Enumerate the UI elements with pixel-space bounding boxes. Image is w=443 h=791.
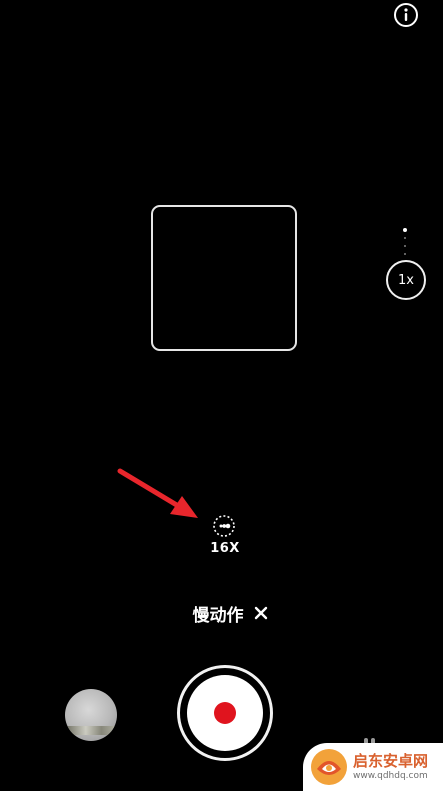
watermark-url: www.qdhdq.com [353, 770, 428, 781]
zoom-slider-dot [404, 253, 406, 255]
focus-frame [151, 205, 297, 351]
record-button[interactable] [177, 665, 273, 761]
slow-motion-icon [213, 515, 235, 537]
zoom-button[interactable]: 1x [386, 260, 426, 300]
thumbnail-image [65, 726, 117, 735]
close-icon [254, 606, 267, 620]
mode-indicator: 慢动作 [150, 601, 310, 626]
annotation-arrow [117, 468, 198, 518]
record-dot-icon [214, 702, 236, 724]
info-icon [394, 3, 418, 27]
zoom-slider-dot [403, 228, 407, 232]
logo-icon [311, 749, 347, 785]
speed-label[interactable]: 16X [200, 541, 250, 556]
close-mode-button[interactable] [254, 606, 268, 620]
zoom-label: 1x [398, 272, 414, 288]
record-button-inner [187, 675, 263, 751]
zoom-slider-dot [404, 245, 406, 247]
zoom-slider-dot [404, 237, 406, 239]
slow-motion-speed-button[interactable] [211, 513, 237, 539]
watermark: 启东安卓网 www.qdhdq.com [303, 743, 443, 791]
gallery-thumbnail[interactable] [65, 689, 117, 741]
info-button[interactable] [393, 2, 419, 28]
mode-label: 慢动作 [192, 605, 244, 626]
watermark-title: 启东安卓网 [353, 751, 429, 770]
watermark-text: 启东安卓网 www.qdhdq.com [353, 751, 429, 782]
